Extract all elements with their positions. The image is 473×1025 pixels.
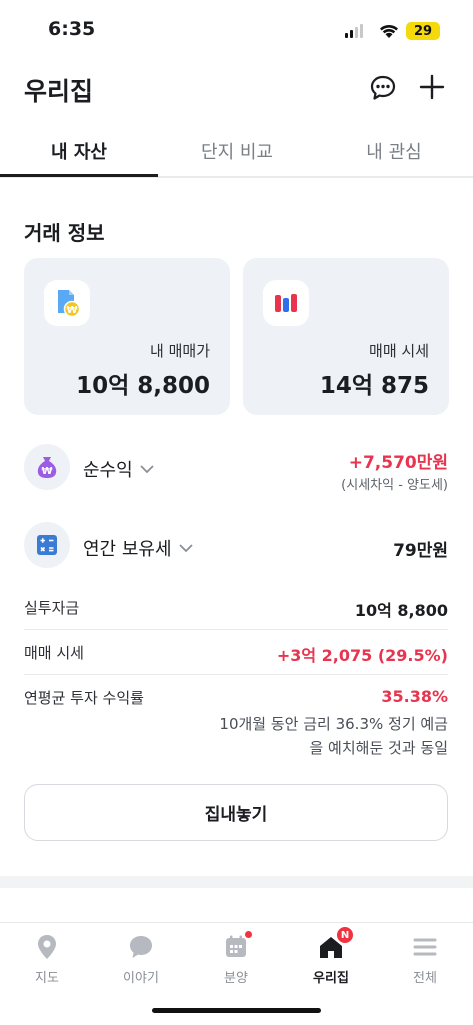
my-price-card[interactable]: ₩ 내 매매가 10억 8,800: [24, 258, 230, 415]
detail-value-investment: 10억 8,800: [354, 601, 448, 620]
net-profit-dropdown[interactable]: 순수익: [83, 456, 155, 482]
cellular-signal-icon: [345, 24, 363, 38]
location-pin-icon: [38, 935, 56, 959]
tab-my-assets[interactable]: 내 자산: [0, 138, 158, 164]
document-won-icon: ₩: [44, 280, 90, 326]
nav-label: 분양: [224, 971, 248, 986]
wifi-icon: [380, 24, 398, 38]
nav-item-my-home[interactable]: N 우리집: [284, 927, 378, 986]
description-line: 을 예치해둔 것과 동일: [309, 739, 448, 757]
detail-label-annual-return: 연평균 투자 수익률: [24, 689, 144, 707]
calculator-icon: [24, 522, 70, 568]
section-title-trade-info: 거래 정보: [24, 221, 105, 245]
divider: [24, 674, 448, 675]
tab-active-indicator: [0, 174, 158, 177]
nav-label: 우리집: [313, 971, 349, 986]
list-home-button[interactable]: 집내놓기: [24, 784, 448, 841]
notification-dot: [245, 931, 252, 938]
chat-icon[interactable]: [369, 74, 397, 102]
home-icon: N: [317, 927, 353, 961]
nav-item-map[interactable]: 지도: [0, 933, 94, 986]
tab-complex-compare[interactable]: 단지 비교: [158, 138, 316, 164]
hamburger-menu-icon: [413, 938, 437, 956]
card-label: 매매 시세: [369, 342, 429, 360]
chevron-down-icon: [140, 465, 154, 474]
home-indicator: [152, 1008, 321, 1013]
nav-item-all[interactable]: 전체: [378, 933, 472, 986]
net-profit-note: (시세차익 - 양도세): [341, 478, 448, 493]
nav-item-story[interactable]: 이야기: [94, 933, 188, 986]
nav-label: 전체: [413, 971, 437, 986]
tab-my-interest[interactable]: 내 관심: [315, 138, 473, 164]
net-profit-value: +7,570만원: [348, 453, 448, 473]
calendar-icon: [222, 931, 252, 961]
section-separator: [0, 876, 473, 888]
new-badge: N: [337, 927, 353, 943]
speech-bubble-icon: [130, 936, 152, 958]
nav-label: 지도: [35, 971, 59, 986]
market-price-card[interactable]: 매매 시세 14억 875: [243, 258, 449, 415]
detail-label-market: 매매 시세: [24, 644, 84, 662]
money-bag-icon: ₩: [24, 444, 70, 490]
annual-tax-value: 79만원: [393, 541, 448, 561]
svg-text:₩: ₩: [66, 305, 77, 316]
divider: [24, 629, 448, 630]
plus-icon[interactable]: [418, 72, 446, 102]
svg-text:₩: ₩: [41, 466, 52, 477]
card-value: 10억 8,800: [76, 373, 210, 399]
net-profit-label: 순수익: [83, 460, 133, 481]
detail-label-investment: 실투자금: [24, 599, 80, 617]
card-value: 14억 875: [319, 373, 429, 399]
return-description: 10개월 동안 금리 36.3% 정기 예금 을 예치해둔 것과 동일: [188, 712, 448, 760]
detail-value-market: +3억 2,075 (29.5%): [276, 646, 448, 665]
nav-item-presale[interactable]: 분양: [189, 931, 283, 986]
card-label: 내 매매가: [150, 342, 210, 360]
status-time: 6:35: [48, 18, 96, 40]
annual-tax-label: 연간 보유세: [83, 539, 172, 560]
page-title: 우리집: [24, 77, 94, 106]
nav-label: 이야기: [123, 971, 159, 986]
bar-chart-icon: [263, 280, 309, 326]
battery-level: 29: [413, 23, 433, 39]
chevron-down-icon: [178, 544, 193, 553]
description-line: 10개월 동안 금리 36.3% 정기 예금: [219, 715, 448, 733]
battery-icon: 29: [406, 22, 440, 40]
annual-tax-dropdown[interactable]: 연간 보유세: [83, 535, 194, 561]
detail-value-annual-return: 35.38%: [381, 687, 448, 706]
